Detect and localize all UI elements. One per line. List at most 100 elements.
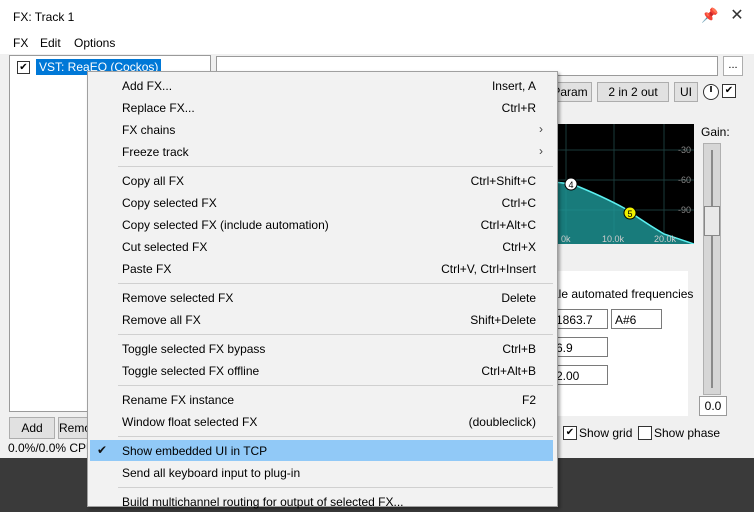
gain-slider[interactable]: [703, 143, 721, 395]
menu-item-label: Send all keyboard input to plug-in: [122, 466, 301, 480]
chevron-right-icon: ›: [539, 144, 543, 158]
menu-item-shortcut: Delete: [501, 291, 536, 305]
menu-item-build-multichannel-routing[interactable]: Build multichannel routing for output of…: [90, 491, 553, 512]
menu-item-freeze-track[interactable]: Freeze track ›: [90, 141, 553, 162]
menu-item-label: Toggle selected FX bypass: [122, 342, 266, 356]
menu-item-toggle-bypass[interactable]: Toggle selected FX bypass Ctrl+B: [90, 338, 553, 359]
wet-knob[interactable]: [703, 84, 719, 100]
menu-item-copy-selected-fx-automation[interactable]: Copy selected FX (include automation) Ct…: [90, 214, 553, 235]
menu-item-label: Freeze track: [122, 145, 189, 159]
menu-item-shortcut: (doubleclick): [468, 415, 536, 429]
pin-icon[interactable]: 📌: [701, 7, 719, 25]
menu-item-shortcut: Shift+Delete: [470, 313, 536, 327]
menu-item-remove-all-fx[interactable]: Remove all FX Shift+Delete: [90, 309, 553, 330]
checkmark-icon: ✔: [97, 443, 108, 457]
context-menu: Add FX... Insert, A Replace FX... Ctrl+R…: [87, 71, 558, 509]
fx-enable-checkbox[interactable]: ✔: [17, 61, 30, 74]
menu-separator: [118, 487, 553, 488]
menu-item-cut-selected-fx[interactable]: Cut selected FX Ctrl+X: [90, 236, 553, 257]
menu-item-show-embedded-ui[interactable]: ✔ Show embedded UI in TCP: [90, 440, 553, 461]
menu-item-label: Cut selected FX: [122, 240, 208, 254]
menu-separator: [118, 283, 553, 284]
menu-item-replace-fx[interactable]: Replace FX... Ctrl+R: [90, 97, 553, 118]
menu-item-label: Add FX...: [122, 79, 173, 93]
menu-separator: [118, 166, 553, 167]
menu-item-copy-selected-fx[interactable]: Copy selected FX Ctrl+C: [90, 192, 553, 213]
menu-item-label: Window float selected FX: [122, 415, 258, 429]
menu-item-label: Toggle selected FX offline: [122, 364, 260, 378]
menu-separator: [118, 334, 553, 335]
bandwidth-field[interactable]: 2.00: [552, 365, 608, 385]
menu-item-shortcut: Insert, A: [491, 79, 536, 93]
menu-item-label: Build multichannel routing for output of…: [122, 495, 404, 509]
menu-item-shortcut: Ctrl+X: [502, 240, 536, 254]
window-title: FX: Track 1: [13, 10, 75, 24]
menu-item-shortcut: Ctrl+Shift+C: [470, 174, 536, 188]
fx-window: FX: Track 1 📌 ✕ FX Edit Options ✔ VST: R…: [0, 0, 754, 509]
menu-item-shortcut: Ctrl+Alt+C: [480, 218, 536, 232]
menu-item-shortcut: F2: [521, 393, 536, 407]
show-grid-checkbox[interactable]: ✔: [563, 426, 577, 440]
gain-label: Gain:: [701, 125, 730, 139]
preset-menu-button[interactable]: ...: [723, 56, 743, 76]
menu-item-add-fx[interactable]: Add FX... Insert, A: [90, 75, 553, 96]
menu-item-label: Paste FX: [122, 262, 172, 276]
remove-fx-button[interactable]: Remo: [58, 417, 90, 439]
y-tick-label: -60: [678, 175, 691, 185]
menu-item-paste-fx[interactable]: Paste FX Ctrl+V, Ctrl+Insert: [90, 258, 553, 279]
menu-fx[interactable]: FX: [13, 36, 28, 50]
title-bar: FX: Track 1 📌 ✕: [0, 0, 754, 32]
add-fx-button[interactable]: Add: [9, 417, 55, 439]
band-4-label: 4: [568, 180, 573, 190]
eq-curve: 4 5 0k 10.0k 20.0k -30 -60 -90: [554, 124, 694, 244]
io-button[interactable]: 2 in 2 out: [597, 82, 669, 102]
menu-item-label: Replace FX...: [122, 101, 195, 115]
bypass-checkbox[interactable]: ✔: [722, 84, 736, 98]
menu-item-label: Copy all FX: [122, 174, 185, 188]
menu-item-label: FX chains: [122, 123, 176, 137]
menu-item-shortcut: Ctrl+R: [501, 101, 536, 115]
show-grid-label[interactable]: Show grid: [579, 426, 632, 440]
gain-slider-groove: [711, 150, 713, 388]
x-tick-label: 20.0k: [654, 234, 677, 244]
eq-graph[interactable]: 4 5 0k 10.0k 20.0k -30 -60 -90: [554, 124, 694, 244]
x-tick-label: 0k: [561, 234, 571, 244]
menu-separator: [118, 436, 553, 437]
menu-item-remove-selected-fx[interactable]: Remove selected FX Delete: [90, 287, 553, 308]
band-5-label: 5: [627, 209, 632, 219]
menu-item-fx-chains[interactable]: FX chains ›: [90, 119, 553, 140]
ui-button[interactable]: UI: [674, 82, 698, 102]
menu-item-label: Copy selected FX (include automation): [122, 218, 329, 232]
gain-slider-thumb[interactable]: [704, 206, 720, 236]
show-phase-label[interactable]: Show phase: [654, 426, 720, 440]
menu-item-window-float[interactable]: Window float selected FX (doubleclick): [90, 411, 553, 432]
menu-bar: FX Edit Options: [0, 32, 754, 54]
menu-options[interactable]: Options: [74, 36, 115, 50]
menu-item-label: Remove all FX: [122, 313, 201, 327]
y-tick-label: -90: [678, 205, 691, 215]
menu-item-label: Copy selected FX: [122, 196, 217, 210]
menu-item-shortcut: Ctrl+V, Ctrl+Insert: [441, 262, 536, 276]
menu-item-copy-all-fx[interactable]: Copy all FX Ctrl+Shift+C: [90, 170, 553, 191]
note-field[interactable]: A#6: [611, 309, 662, 329]
menu-item-toggle-offline[interactable]: Toggle selected FX offline Ctrl+Alt+B: [90, 360, 553, 381]
x-tick-label: 10.0k: [602, 234, 625, 244]
menu-item-shortcut: Ctrl+B: [502, 342, 536, 356]
close-icon[interactable]: ✕: [728, 7, 746, 25]
y-tick-label: -30: [678, 145, 691, 155]
show-phase-checkbox[interactable]: [638, 426, 652, 440]
menu-edit[interactable]: Edit: [40, 36, 61, 50]
gain-field[interactable]: 6.9: [552, 337, 608, 357]
scale-automated-frequencies-label: ale automated frequencies: [552, 287, 694, 301]
cpu-usage: 0.0%/0.0% CPU: [8, 441, 95, 455]
menu-item-rename-fx[interactable]: Rename FX instance F2: [90, 389, 553, 410]
menu-item-shortcut: Ctrl+C: [501, 196, 536, 210]
gain-value-field[interactable]: 0.0: [699, 396, 727, 416]
menu-item-label: Remove selected FX: [122, 291, 234, 305]
menu-item-label: Show embedded UI in TCP: [122, 444, 268, 458]
menu-item-label: Rename FX instance: [122, 393, 235, 407]
menu-separator: [118, 385, 553, 386]
menu-item-send-keyboard-input[interactable]: Send all keyboard input to plug-in: [90, 462, 553, 483]
frequency-field[interactable]: 1863.7: [552, 309, 608, 329]
menu-item-shortcut: Ctrl+Alt+B: [481, 364, 536, 378]
